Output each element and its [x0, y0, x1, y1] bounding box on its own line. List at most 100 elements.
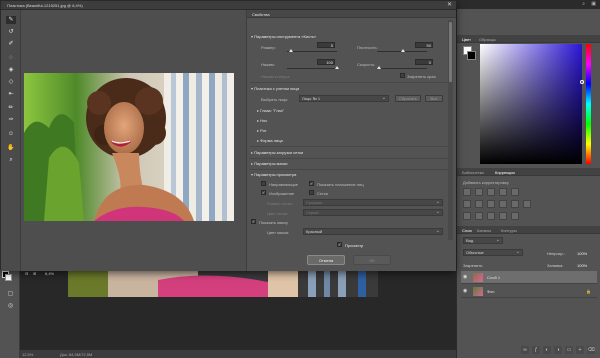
all-faces-button[interactable]: Все [425, 95, 443, 102]
color-picker-marker[interactable] [580, 80, 584, 84]
opacity-value[interactable]: 100% [577, 251, 587, 256]
size-slider-knob[interactable] [289, 49, 293, 52]
size-input[interactable]: 5 [317, 42, 335, 48]
load-mesh-section[interactable]: Параметры загрузки сетки [251, 150, 303, 155]
mesh-size-dropdown[interactable]: Средняя [303, 199, 443, 206]
hue-slider[interactable] [586, 44, 591, 164]
pin-edges-checkbox[interactable] [400, 73, 405, 78]
layer-mask-icon[interactable]: ◐ [543, 346, 551, 354]
invert-adjust-icon[interactable] [463, 212, 471, 220]
size-slider[interactable] [287, 49, 337, 52]
push-left-tool-icon[interactable]: ⇤ [6, 90, 16, 98]
pressure-slider-knob[interactable] [335, 66, 339, 69]
selective-color-adjust-icon[interactable] [511, 212, 519, 220]
layer-row[interactable]: ◉ Слой 1 [461, 271, 597, 284]
tab-libraries[interactable]: Библиотеки [462, 170, 484, 175]
trash-icon[interactable]: ⌫ [587, 346, 595, 354]
reconstruct-tool-icon[interactable]: ↺ [6, 28, 16, 36]
mask-options-section[interactable]: Параметры маски [251, 161, 287, 166]
reset-face-button[interactable]: Сбросить [395, 95, 421, 102]
gradient-map-adjust-icon[interactable] [499, 212, 507, 220]
face-aware-section[interactable]: Пластика с учетом лица [251, 86, 299, 91]
quick-mask-icon[interactable]: ◎ [6, 302, 15, 309]
levels-adjust-icon[interactable] [475, 188, 483, 196]
freeze-mask-tool-icon[interactable]: ✏ [6, 104, 16, 112]
bw-adjust-icon[interactable] [487, 200, 495, 208]
vibrance-adjust-icon[interactable] [511, 188, 519, 196]
mesh-color-dropdown[interactable]: Серый [303, 209, 443, 216]
channel-mixer-adjust-icon[interactable] [511, 200, 519, 208]
eye-icon[interactable]: ◉ [463, 274, 467, 280]
new-layer-icon[interactable]: + [576, 346, 584, 354]
select-face-dropdown[interactable]: Лицо № 1 [299, 95, 389, 102]
foreground-color-swatch[interactable] [2, 271, 12, 281]
face-shape-item[interactable]: Форма лица [257, 138, 283, 143]
brush-options-section[interactable]: Параметры инструмента «Кисть» [251, 34, 316, 39]
tab-swatches[interactable]: Образцы [479, 37, 496, 42]
face-tool-icon[interactable]: ☺ [6, 130, 16, 138]
hue-sat-adjust-icon[interactable] [463, 200, 471, 208]
zoom-out-icon[interactable]: ⊟ [25, 271, 28, 276]
twirl-tool-icon[interactable]: ◌ [6, 54, 16, 62]
view-options-section[interactable]: Параметры просмотра [251, 172, 296, 177]
close-icon[interactable]: ✕ [447, 2, 452, 8]
adjustment-layer-icon[interactable]: ◑ [554, 346, 562, 354]
density-slider-knob[interactable] [401, 49, 405, 52]
density-input[interactable]: 50 [415, 42, 433, 48]
blend-mode-select[interactable]: Обычные [463, 249, 523, 256]
tab-corrections[interactable]: Коррекция [495, 170, 515, 175]
pucker-tool-icon[interactable]: ◈ [6, 66, 16, 74]
tab-channels[interactable]: Каналы [477, 228, 491, 233]
pressure-slider[interactable] [287, 66, 339, 69]
photo-filter-adjust-icon[interactable] [499, 200, 507, 208]
curves-adjust-icon[interactable] [487, 188, 495, 196]
preview-photo[interactable] [24, 73, 234, 221]
tab-color[interactable]: Цвет [462, 37, 471, 42]
face-eyes-item[interactable]: Глаза: "Глаз" [257, 108, 284, 113]
color-picker-field[interactable] [480, 44, 582, 164]
guides-checkbox[interactable] [261, 181, 266, 186]
face-mouth-item[interactable]: Рот [257, 128, 266, 133]
cancel-button[interactable]: Отмена [307, 255, 345, 265]
zoom-tool-icon[interactable]: ⌕ [6, 156, 16, 164]
threshold-adjust-icon[interactable] [487, 212, 495, 220]
rate-slider[interactable] [377, 66, 427, 69]
properties-scrollbar[interactable] [448, 20, 453, 240]
rate-slider-knob[interactable] [377, 66, 381, 69]
link-layers-icon[interactable]: ∞ [521, 346, 529, 354]
layer-style-icon[interactable]: ƒ [532, 346, 540, 354]
brightness-adjust-icon[interactable] [463, 188, 471, 196]
zoom-in-icon[interactable]: ⊞ [33, 271, 36, 276]
eye-icon[interactable]: ◉ [463, 288, 467, 294]
folder-icon[interactable]: ▭ [565, 346, 573, 354]
mesh-checkbox[interactable] [309, 190, 314, 195]
exposure-adjust-icon[interactable] [499, 188, 507, 196]
color-lookup-adjust-icon[interactable] [523, 200, 531, 208]
preview-checkbox[interactable]: ✓ [337, 242, 342, 247]
forward-warp-tool-icon[interactable]: ✎ [6, 16, 16, 24]
screen-mode-icon[interactable]: ▢ [6, 290, 15, 297]
smooth-tool-icon[interactable]: ✐ [6, 40, 16, 48]
thaw-mask-tool-icon[interactable]: ✑ [6, 116, 16, 124]
show-mask-checkbox[interactable]: ✓ [251, 219, 256, 224]
mask-color-dropdown[interactable]: Красный [303, 228, 443, 235]
hand-tool-icon[interactable]: ✋ [6, 144, 16, 152]
posterize-adjust-icon[interactable] [475, 212, 483, 220]
zoom-value[interactable]: 6,4% [45, 271, 54, 276]
face-overlay-checkbox[interactable]: ✓ [309, 181, 314, 186]
color-balance-adjust-icon[interactable] [475, 200, 483, 208]
rate-input[interactable]: 0 [415, 59, 433, 65]
tab-layers[interactable]: Слои [462, 228, 472, 233]
bloat-tool-icon[interactable]: ◇ [6, 78, 16, 86]
density-slider[interactable] [377, 49, 427, 52]
image-checkbox[interactable]: ✓ [261, 190, 266, 195]
tab-paths[interactable]: Контуры [501, 228, 517, 233]
fill-value[interactable]: 100% [577, 263, 587, 268]
liquify-preview-area[interactable]: ⊟ ⊞ 6,4% [21, 10, 246, 276]
search-icon[interactable]: ⌕ [582, 1, 585, 7]
pressure-input[interactable]: 100 [317, 59, 335, 65]
workspace-icon[interactable]: ▣ [591, 1, 596, 7]
ok-button[interactable]: ОК [353, 255, 391, 265]
layer-row[interactable]: ◉ Фон 🔒 [461, 285, 597, 298]
background-swatch[interactable] [467, 51, 476, 60]
